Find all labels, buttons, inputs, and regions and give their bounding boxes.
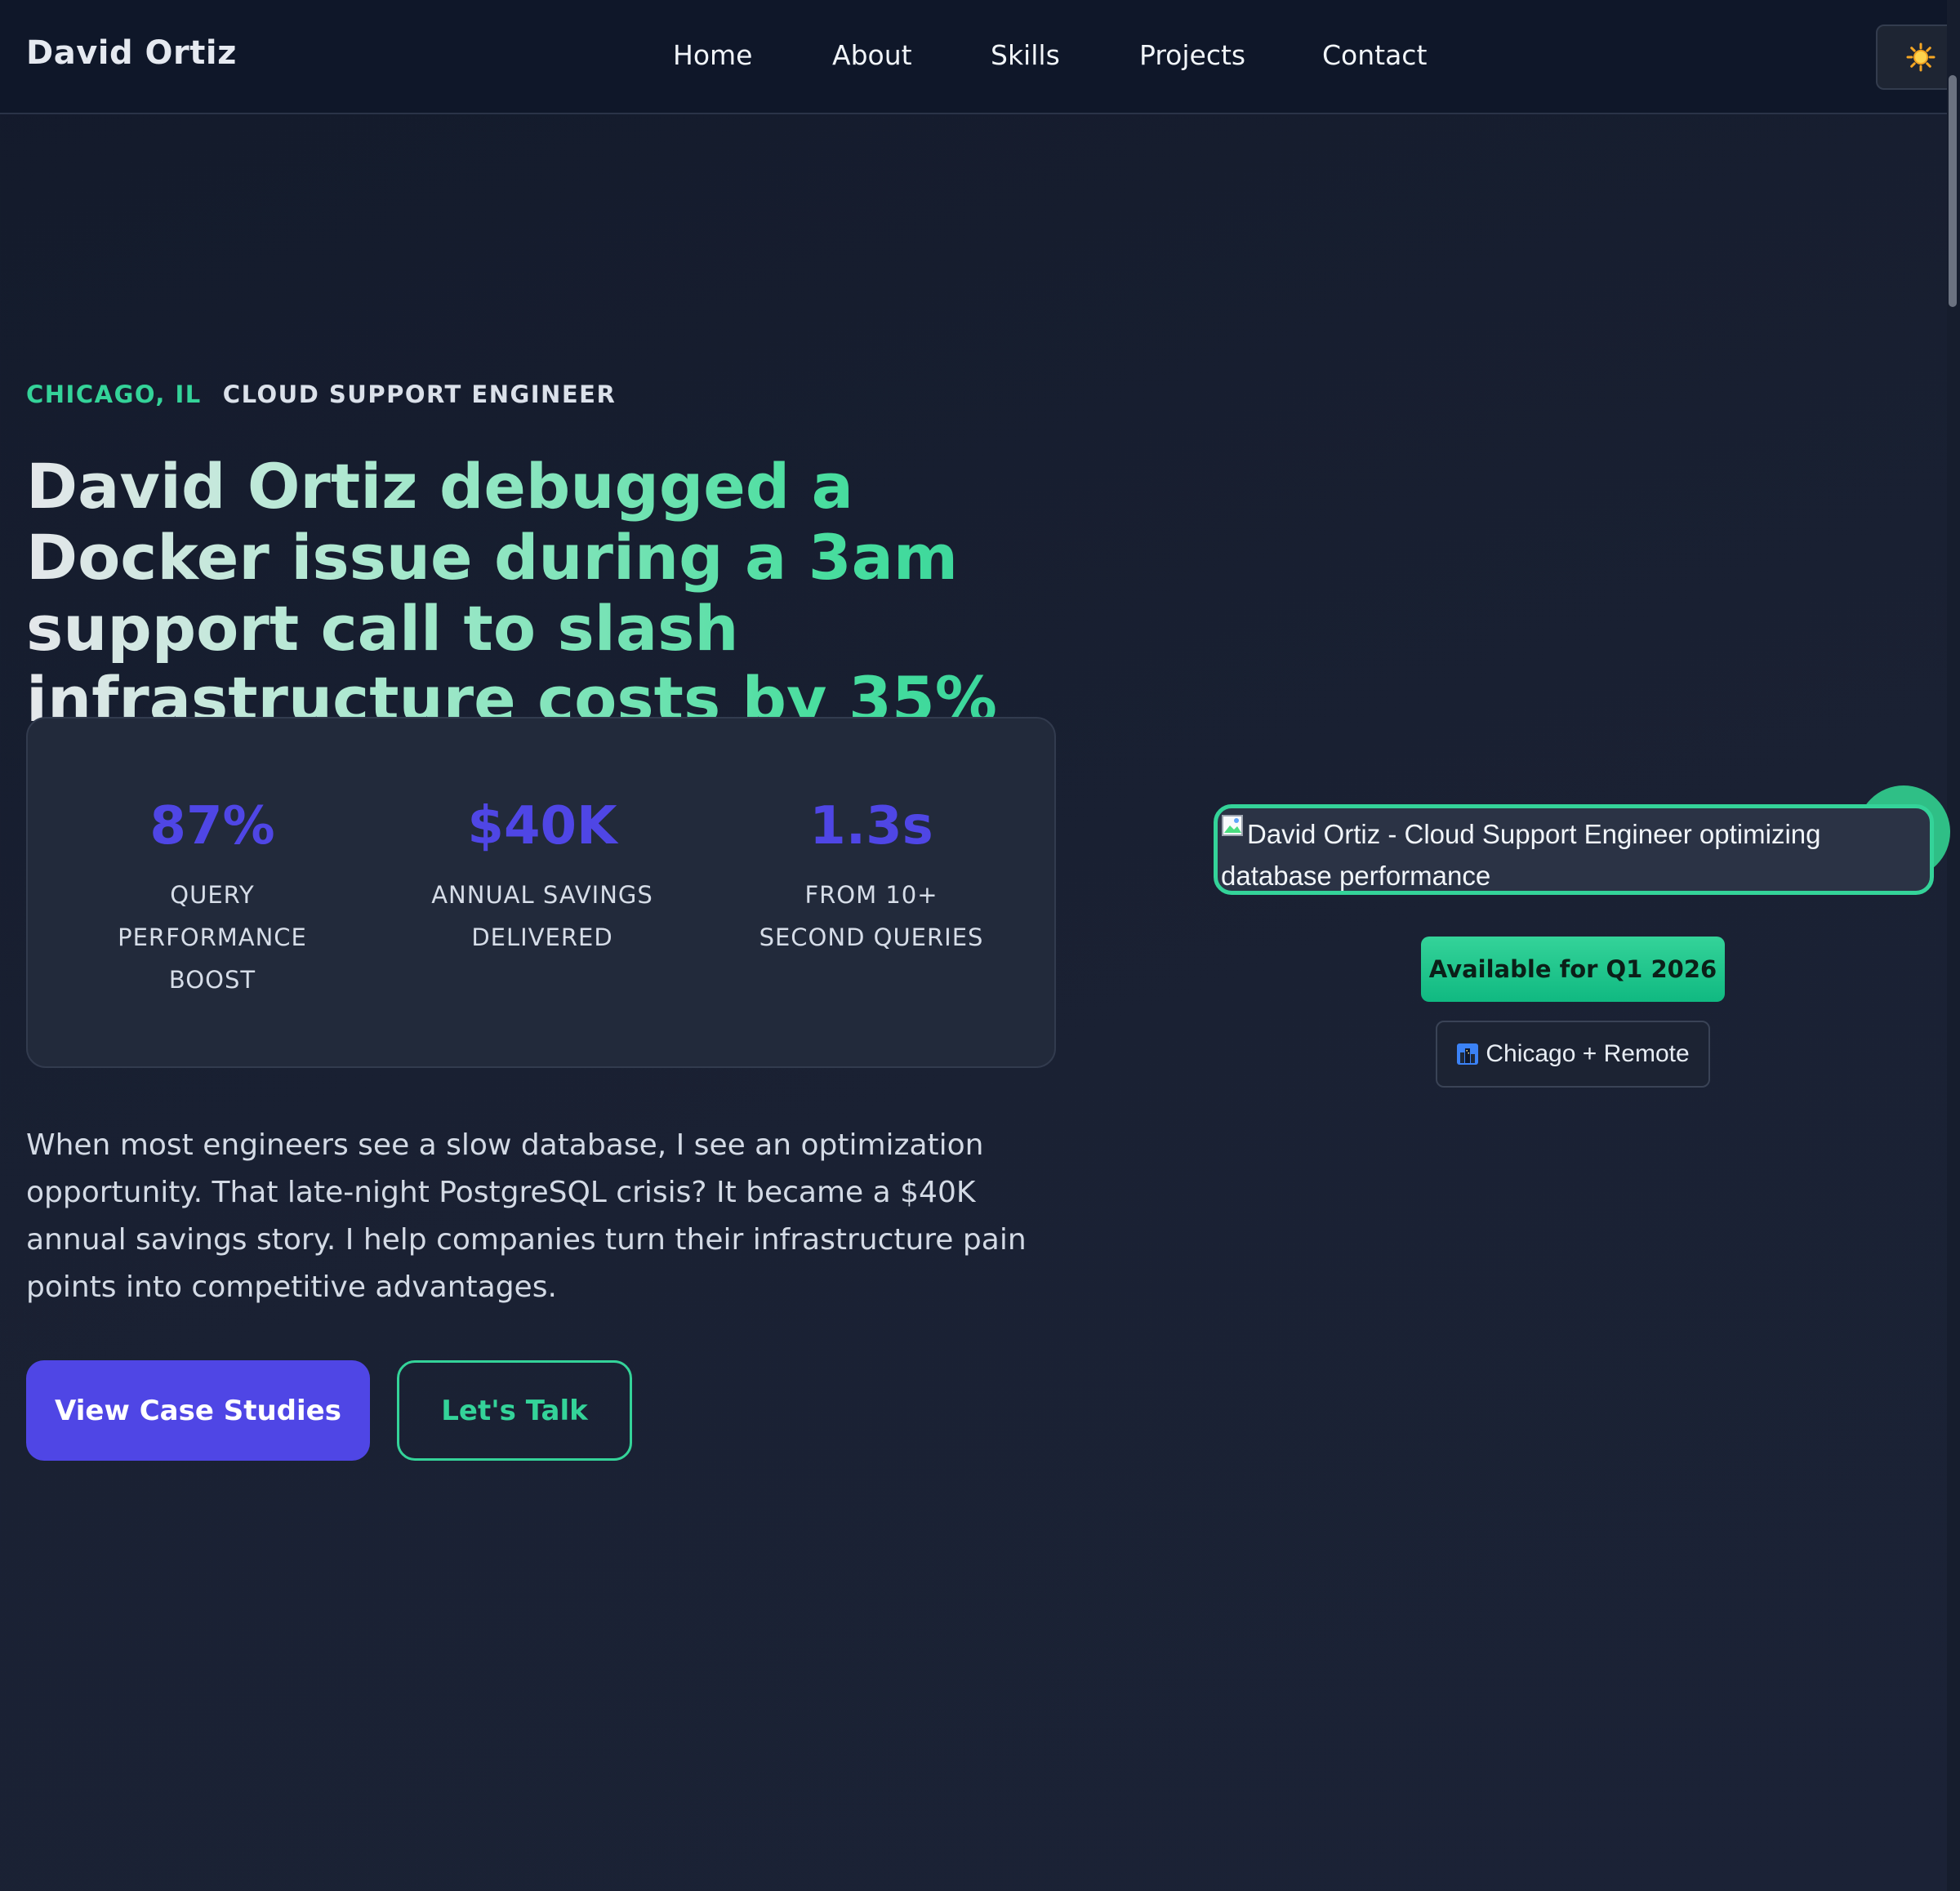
nav-link-home[interactable]: Home xyxy=(673,39,752,71)
profile-photo-alt-text: David Ortiz - Cloud Support Engineer opt… xyxy=(1221,819,1821,891)
brand-logo[interactable]: David Ortiz xyxy=(26,34,237,72)
hero-eyebrow: CHICAGO, IL CLOUD SUPPORT ENGINEER xyxy=(26,380,616,408)
profile-photo: David Ortiz - Cloud Support Engineer opt… xyxy=(1214,804,1934,895)
stat-value: $40K xyxy=(467,796,617,857)
nav-link-about[interactable]: About xyxy=(832,39,912,71)
sun-icon xyxy=(1906,42,1936,72)
hero-headline: David Ortiz debugged a Docker issue duri… xyxy=(26,451,1071,735)
stat-query-performance: 87% QUERY PERFORMANCE BOOST xyxy=(65,794,359,1001)
stat-query-time: 1.3s FROM 10+ SECOND QUERIES xyxy=(724,794,1018,959)
stat-label: ANNUAL SAVINGS DELIVERED xyxy=(431,881,653,951)
stats-card: 87% QUERY PERFORMANCE BOOST $40K ANNUAL … xyxy=(26,717,1056,1068)
location-chip-label: Chicago + Remote xyxy=(1486,1040,1690,1067)
hero-intro: When most engineers see a slow database,… xyxy=(26,1128,1027,1304)
stat-label: QUERY PERFORMANCE BOOST xyxy=(118,881,307,994)
stat-annual-savings: $40K ANNUAL SAVINGS DELIVERED xyxy=(395,794,689,959)
role-label: CLOUD SUPPORT ENGINEER xyxy=(222,380,617,408)
location-chip: Chicago + Remote xyxy=(1436,1021,1710,1088)
scrollbar-thumb[interactable] xyxy=(1949,75,1957,307)
nav-link-skills[interactable]: Skills xyxy=(991,39,1060,71)
stat-value: 87% xyxy=(149,796,275,857)
availability-badge: Available for Q1 2026 xyxy=(1421,937,1725,1002)
nav-link-contact[interactable]: Contact xyxy=(1322,39,1427,71)
stat-value: 1.3s xyxy=(809,796,933,857)
location-label: CHICAGO, IL xyxy=(26,380,202,408)
view-case-studies-button[interactable]: View Case Studies xyxy=(26,1360,370,1461)
navbar: David Ortiz Home About Skills Projects C… xyxy=(0,0,1960,114)
stat-label: FROM 10+ SECOND QUERIES xyxy=(759,881,984,951)
lets-talk-button[interactable]: Let's Talk xyxy=(397,1360,632,1461)
city-icon xyxy=(1456,1043,1479,1066)
nav-link-projects[interactable]: Projects xyxy=(1139,39,1245,71)
